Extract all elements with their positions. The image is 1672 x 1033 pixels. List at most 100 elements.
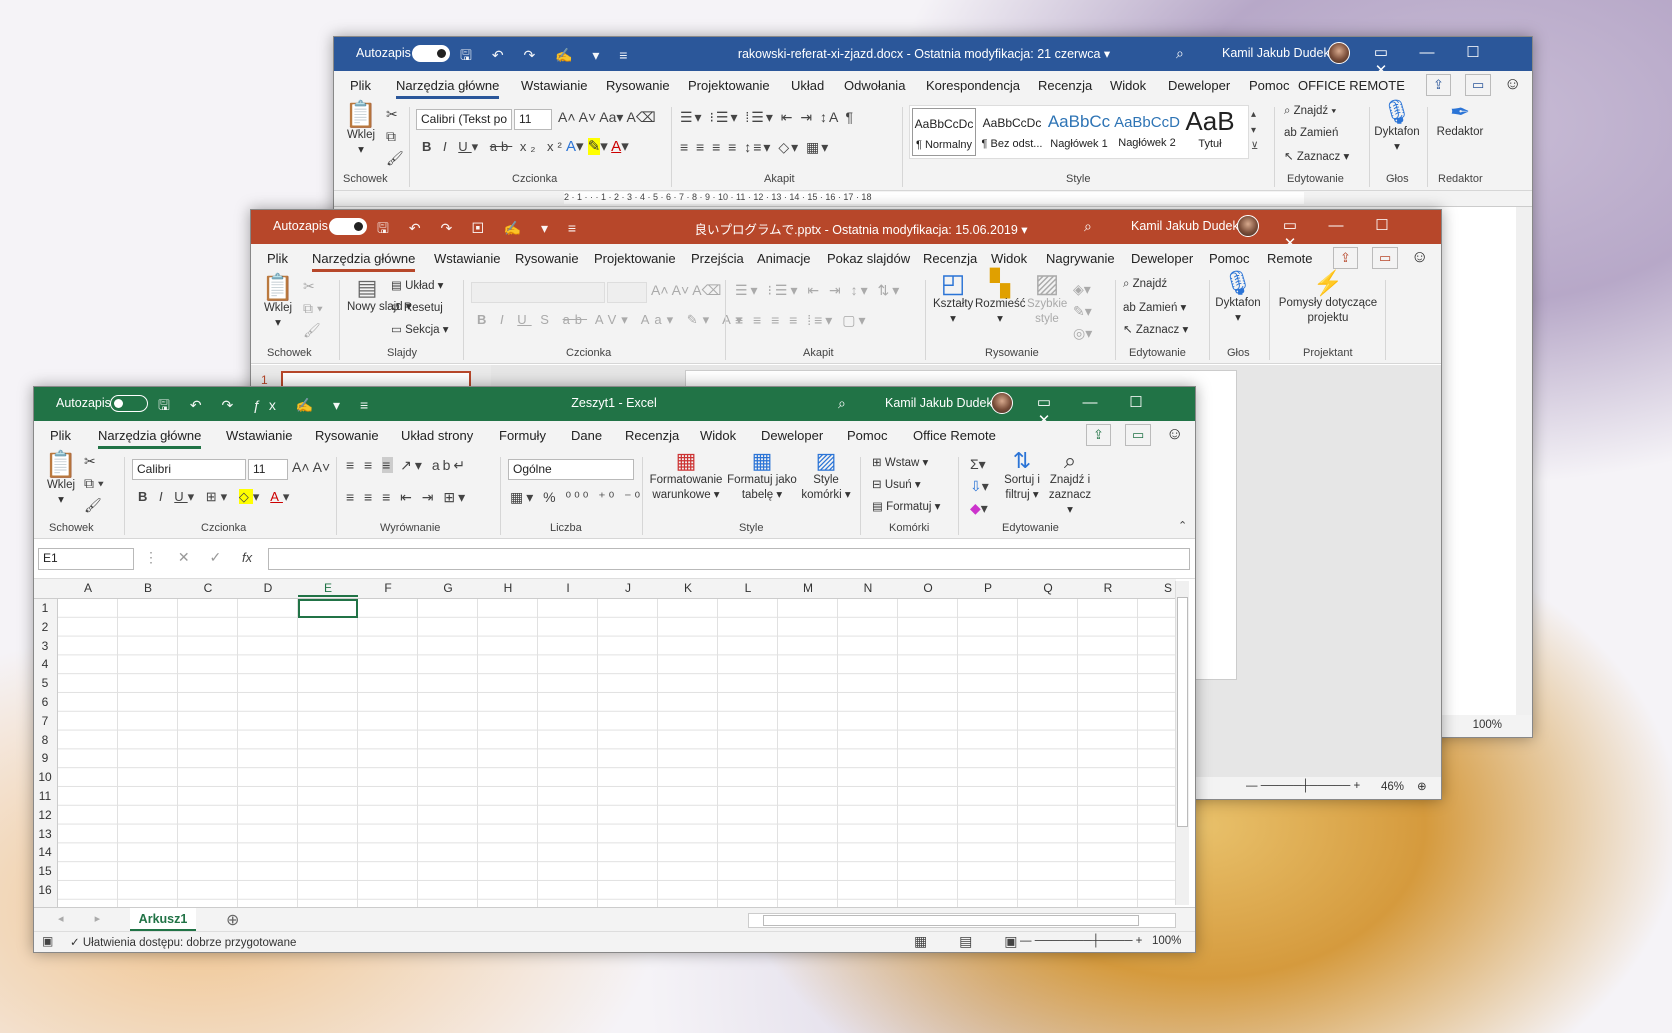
minimize-icon[interactable]: — — [1067, 394, 1113, 411]
row-header[interactable]: 11 — [34, 789, 56, 803]
row-header[interactable]: 15 — [34, 864, 56, 878]
replace-button[interactable]: ab Zamień ▾ — [1123, 300, 1186, 314]
style-heading-2[interactable]: AaBbCcD Nagłówek 2 — [1114, 108, 1180, 156]
accessibility-status[interactable]: ✓ Ułatwienia dostępu: dobrze przygotowan… — [70, 935, 296, 949]
arrange-button[interactable]: ▚ Rozmieść ▾ — [975, 270, 1025, 327]
quick-access-icons[interactable]: 🖫 ↶ ↷ ✍ ▾ ≡ — [460, 45, 635, 69]
fit-slide-icon[interactable]: ⊕ — [1417, 779, 1427, 793]
column-header[interactable]: K — [658, 581, 718, 595]
search-icon[interactable]: ⌕ — [1084, 218, 1092, 235]
column-header[interactable]: J — [598, 581, 658, 595]
ribbon-display-icon[interactable]: ▭ — [1267, 216, 1313, 234]
autosum-icons[interactable]: Σ▾ ⇩▾ ◆▾ — [970, 453, 989, 519]
find-button[interactable]: ⌕ Znajdź ▾ — [1284, 105, 1336, 118]
align-icons[interactable]: ≡ ≡ ≡ ≡ ↕≡▾ ◇▾ ▦▾ — [680, 139, 830, 156]
row-header[interactable]: 6 — [34, 695, 56, 709]
avatar[interactable] — [991, 392, 1013, 414]
row-header[interactable]: 10 — [34, 770, 56, 784]
autosave-toggle[interactable] — [329, 218, 367, 235]
column-header[interactable]: G — [418, 581, 478, 595]
paste-button[interactable]: 📋 Wklej ▾ — [44, 451, 78, 508]
shapes-button[interactable]: ◰ Kształty ▾ — [933, 270, 973, 327]
tab-review[interactable]: Recenzja — [923, 251, 977, 266]
dictate-button[interactable]: 🎙 Dyktafon ▾ — [1374, 101, 1420, 155]
row-header[interactable]: 3 — [34, 639, 56, 653]
column-header[interactable]: C — [178, 581, 238, 595]
sheet-nav-icons[interactable]: ◂ ▸ — [58, 912, 114, 925]
designer-button[interactable]: ⚡ Pomysły dotyczące projektu — [1275, 272, 1381, 326]
tab-transitions[interactable]: Przejścia — [691, 251, 744, 266]
feedback-icon[interactable]: ☺ — [1504, 74, 1521, 94]
cut-icon[interactable]: ✂ — [84, 453, 96, 470]
styles-scroll-icon[interactable]: ▴ ▾ ⊻ — [1251, 107, 1258, 155]
row-header[interactable]: 5 — [34, 676, 56, 690]
tab-insert[interactable]: Wstawianie — [521, 78, 587, 93]
formula-input[interactable] — [268, 548, 1190, 570]
tab-remote[interactable]: Remote — [1267, 251, 1313, 266]
tab-design[interactable]: Projektowanie — [688, 78, 770, 93]
new-slide-button[interactable]: ▤ Nowy slajd ▾ — [347, 277, 412, 315]
row-header[interactable]: 16 — [34, 883, 56, 897]
font-format-icons[interactable]: B I U▾ ⊞▾ ◇▾ A▾ — [138, 489, 293, 505]
row-header[interactable]: 8 — [34, 733, 56, 747]
text-effects-icons[interactable]: A▾ ✎▾ A▾ — [566, 137, 629, 155]
share-icon[interactable]: ⇪ — [1333, 247, 1358, 269]
zoom-level[interactable]: 46% — [1381, 781, 1404, 793]
row-header[interactable]: 9 — [34, 751, 56, 765]
tab-home[interactable]: Narzędzia główne — [98, 428, 202, 449]
feedback-icon[interactable]: ☺ — [1411, 247, 1428, 267]
tab-file[interactable]: Plik — [50, 428, 71, 443]
tab-file[interactable]: Plik — [350, 78, 371, 93]
tab-office-remote[interactable]: Office Remote — [913, 428, 996, 443]
quick-access-icons[interactable]: 🖫 ↶ ↷ ▣ ✍ ▾ ≡ — [377, 218, 584, 242]
tab-page-layout[interactable]: Układ strony — [401, 428, 473, 443]
tab-draw[interactable]: Rysowanie — [315, 428, 379, 443]
document-title[interactable]: Zeszyt1 - Excel — [494, 396, 734, 410]
formula-buttons[interactable]: ⋮ ✕ ✓ — [144, 549, 229, 566]
column-header[interactable]: B — [118, 581, 178, 595]
select-button[interactable]: ↖ Zaznacz ▾ — [1284, 149, 1349, 163]
tab-insert[interactable]: Wstawianie — [434, 251, 500, 266]
layout-button[interactable]: ▤ Układ ▾ — [391, 278, 443, 292]
delete-cells-button[interactable]: ⊟ Usuń ▾ — [872, 477, 921, 491]
share-icon[interactable]: ⇪ — [1086, 424, 1111, 446]
tab-references[interactable]: Odwołania — [844, 78, 905, 93]
tab-draw[interactable]: Rysowanie — [606, 78, 670, 93]
feedback-icon[interactable]: ☺ — [1166, 424, 1183, 444]
tab-help[interactable]: Pomoc — [1249, 78, 1289, 93]
section-button[interactable]: ▭ Sekcja ▾ — [391, 322, 449, 336]
vertical-scrollbar[interactable] — [1175, 581, 1189, 905]
row-header[interactable]: 13 — [34, 827, 56, 841]
user-name[interactable]: Kamil Jakub Dudek — [1222, 46, 1330, 60]
avatar[interactable] — [1237, 215, 1259, 237]
column-header[interactable]: R — [1078, 581, 1138, 595]
style-normal[interactable]: AaBbCcDc ¶ Normalny — [912, 108, 976, 156]
zoom-slider[interactable]: — ───────┼──── + — [1020, 935, 1142, 947]
sort-filter-button[interactable]: ⇅ Sortuj i filtruj ▾ — [1000, 450, 1044, 503]
select-button[interactable]: ↖ Zaznacz ▾ — [1123, 322, 1188, 336]
avatar[interactable] — [1328, 42, 1350, 64]
zoom-slider[interactable]: — ─────┼───── + — [1246, 780, 1360, 792]
vertical-align-icons[interactable]: ≡ ≡ ≡ ↗▾ ab↵ — [346, 457, 468, 474]
row-header[interactable]: 14 — [34, 845, 56, 859]
font-size-icons[interactable]: A˄ A˅ — [292, 459, 330, 475]
tab-developer[interactable]: Deweloper — [761, 428, 823, 443]
tab-view[interactable]: Widok — [700, 428, 736, 443]
tab-formulas[interactable]: Formuły — [499, 428, 546, 443]
add-sheet-icon[interactable]: ⊕ — [226, 910, 239, 930]
tab-developer[interactable]: Deweloper — [1168, 78, 1230, 93]
find-select-button[interactable]: ⌕ Znajdź i zaznacz ▾ — [1046, 450, 1094, 518]
tab-review[interactable]: Recenzja — [1038, 78, 1092, 93]
maximize-icon[interactable]: ☐ — [1113, 393, 1159, 411]
tab-draw[interactable]: Rysowanie — [515, 251, 579, 266]
format-painter-icon[interactable]: 🖌 — [386, 150, 404, 167]
column-header[interactable]: D — [238, 581, 298, 595]
insert-cells-button[interactable]: ⊞ Wstaw ▾ — [872, 455, 928, 469]
share-icon[interactable]: ⇪ — [1426, 74, 1451, 96]
reset-button[interactable]: ↺ Resetuj — [391, 300, 443, 314]
ribbon-display-icon[interactable]: ▭ — [1358, 43, 1404, 61]
column-header[interactable]: I — [538, 581, 598, 595]
number-format-select[interactable]: Ogólne — [508, 459, 634, 480]
column-header[interactable]: A — [58, 581, 118, 595]
column-header[interactable]: Q — [1018, 581, 1078, 595]
